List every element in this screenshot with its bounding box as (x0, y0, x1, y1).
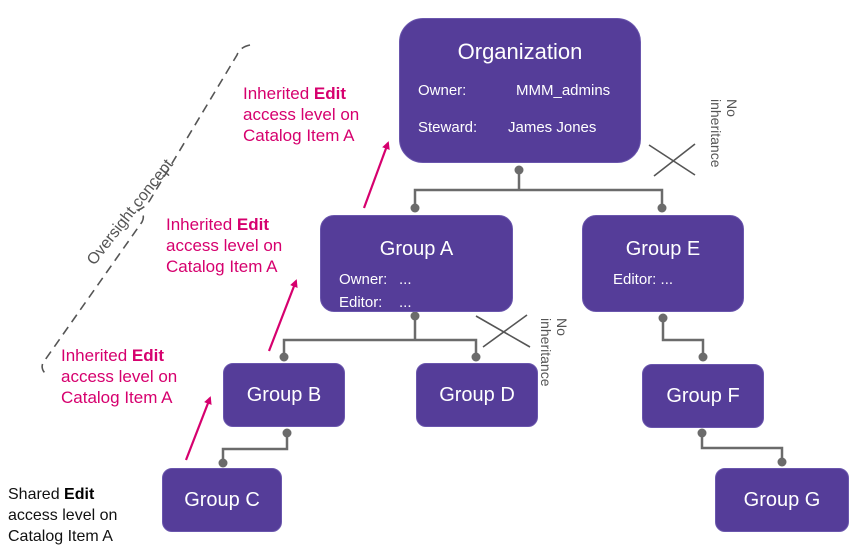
connector-group-e-to-f (661, 320, 705, 357)
node-row-owner: Owner:... (339, 271, 412, 288)
node-row-editor: Editor: ... (613, 271, 673, 288)
connector-dot (410, 311, 420, 321)
annotation-text: Inherited (243, 84, 314, 103)
row-label: Editor: (613, 271, 657, 288)
inherit-arrow-group-c-to-group-b (184, 396, 212, 461)
connector-dot (282, 428, 292, 438)
node-title: Group G (743, 489, 821, 511)
node-title: Group D (439, 384, 515, 406)
connector-dot (279, 352, 289, 362)
annotation-inherited-org: Inherited Edit access level on Catalog I… (243, 83, 359, 146)
inherit-arrow-group-a-to-org (362, 141, 390, 209)
node-row-owner: Owner: MMM_admins (418, 82, 610, 99)
annotation-text: No (724, 99, 740, 117)
row-label: Owner: (418, 82, 467, 99)
connector-dot (657, 203, 667, 213)
row-label: Editor: (339, 294, 383, 311)
connector-dot (777, 457, 787, 467)
row-value: MMM_admins (516, 82, 611, 99)
annotation-shared-group-c: Shared Edit access level on Catalog Item… (8, 484, 117, 547)
node-title: Group E (625, 238, 701, 260)
connector-dot (471, 352, 481, 362)
row-label: Steward: (418, 119, 478, 136)
node-organization[interactable]: Organization Owner: MMM_admins Steward: Ja… (399, 18, 641, 163)
connector-group-f-to-g (700, 435, 784, 462)
annotation-text: Catalog Item A (166, 257, 278, 276)
node-title: Group C (184, 489, 260, 511)
annotation-text: Shared (8, 486, 65, 503)
connector-group-b-to-c (221, 435, 289, 463)
connector-dot (698, 352, 708, 362)
node-title: Organization (457, 39, 583, 64)
annotation-text: No (554, 318, 570, 336)
node-row-editor: Editor:... (339, 294, 412, 311)
annotation-text: inheritance (708, 99, 724, 168)
annotation-text: access level on (243, 105, 360, 124)
node-group-g[interactable]: Group G (715, 468, 849, 532)
node-group-b[interactable]: Group B (223, 363, 345, 427)
node-group-c[interactable]: Group C (162, 468, 282, 532)
annotation-text: access level on (166, 236, 283, 255)
annotation-bold: Edit (64, 486, 95, 503)
connector-group-a-to-b-d (282, 318, 478, 356)
row-value: James Jones (508, 119, 597, 136)
connector-dot (514, 165, 524, 175)
annotation-text: Inherited (166, 215, 237, 234)
row-label: Owner: (339, 271, 388, 288)
annotation-inherited-group-a: Inherited Edit access level on Catalog I… (166, 214, 282, 277)
annotation-text: Catalog Item A (8, 528, 113, 545)
annotation-no-inheritance-mid: No inheritance (538, 318, 570, 387)
annotation-text: access level on (61, 367, 178, 386)
row-value: ... (399, 271, 412, 288)
row-value: ... (399, 294, 412, 311)
annotation-text: Inherited (61, 346, 132, 365)
annotation-bold: Edit (313, 84, 346, 103)
annotation-bold: Edit (236, 215, 269, 234)
connector-dot (218, 458, 228, 468)
annotation-text: inheritance (538, 318, 554, 387)
node-group-f[interactable]: Group F (642, 364, 764, 428)
row-value: ... (660, 271, 674, 288)
node-group-e[interactable]: Group E Editor: ... (582, 215, 744, 312)
connector-org-to-groups (413, 170, 664, 206)
no-inheritance-cross-top (648, 143, 696, 177)
annotation-text: access level on (8, 507, 118, 524)
no-inheritance-cross-mid (475, 314, 531, 348)
annotation-text: Catalog Item A (243, 126, 355, 145)
node-group-a[interactable]: Group A Owner:... Editor:... (320, 215, 513, 312)
connector-dot (658, 313, 668, 323)
node-row-steward: Steward: James Jones (418, 119, 596, 136)
connector-dot (410, 203, 420, 213)
node-title: Group B (246, 384, 322, 406)
node-title: Group A (379, 238, 454, 260)
node-title: Group F (666, 385, 740, 407)
annotation-text: Catalog Item A (61, 388, 173, 407)
node-group-d[interactable]: Group D (416, 363, 538, 427)
annotation-no-inheritance-top: No inheritance (708, 99, 740, 168)
annotation-bold: Edit (131, 346, 164, 365)
annotation-inherited-group-b: Inherited Edit access level on Catalog I… (61, 345, 177, 408)
connector-dot (697, 428, 707, 438)
oversight-bracket (41, 44, 251, 377)
